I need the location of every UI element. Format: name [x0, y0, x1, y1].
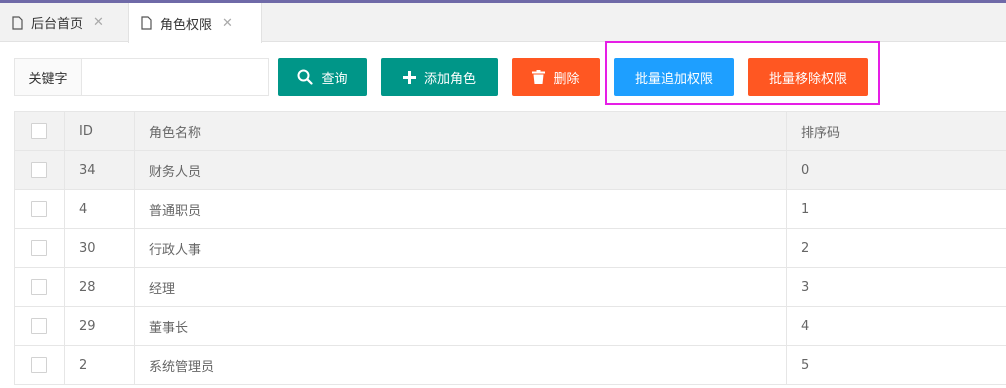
select-all-cell [14, 111, 65, 151]
row-checkbox[interactable] [31, 201, 47, 217]
delete-button-label: 删除 [553, 71, 580, 87]
tab-role-permissions-label: 角色权限 [160, 17, 213, 33]
close-icon[interactable]: ✕ [93, 15, 104, 30]
row-checkbox-cell [14, 267, 65, 307]
trash-icon [532, 70, 546, 84]
cell-sort-order: 0 [786, 150, 1006, 190]
query-button[interactable]: 查询 [278, 58, 367, 96]
cell-role-name: 行政人事 [134, 228, 787, 268]
delete-button[interactable]: 删除 [512, 58, 600, 96]
tab-bar: 后台首页 ✕ 角色权限 ✕ [0, 3, 1006, 43]
table-row[interactable]: 28 经理 3 [14, 267, 1006, 307]
add-role-button[interactable]: 添加角色 [381, 58, 498, 96]
batch-add-permissions-label: 批量追加权限 [634, 71, 713, 87]
roles-table: ID 角色名称 排序码 34 财务人员 0 4 普通职员 1 30 行政人事 2… [14, 111, 1006, 385]
row-checkbox[interactable] [31, 162, 47, 178]
cell-role-name: 财务人员 [134, 150, 787, 190]
keyword-input[interactable] [82, 59, 268, 95]
keyword-search: 关键字 [14, 58, 269, 96]
cell-sort-order: 2 [786, 228, 1006, 268]
cell-role-name: 董事长 [134, 306, 787, 346]
cell-sort-order: 5 [786, 345, 1006, 385]
select-all-checkbox[interactable] [31, 123, 47, 139]
cell-id: 2 [64, 345, 135, 385]
row-checkbox[interactable] [31, 279, 47, 295]
batch-add-permissions-button[interactable]: 批量追加权限 [614, 58, 734, 96]
table-row[interactable]: 29 董事长 4 [14, 306, 1006, 346]
cell-id: 28 [64, 267, 135, 307]
table-row[interactable]: 30 行政人事 2 [14, 228, 1006, 268]
cell-role-name: 系统管理员 [134, 345, 787, 385]
row-checkbox-cell [14, 345, 65, 385]
cell-sort-order: 3 [786, 267, 1006, 307]
cell-id: 34 [64, 150, 135, 190]
tab-home[interactable]: 后台首页 ✕ [0, 3, 128, 42]
close-icon[interactable]: ✕ [222, 16, 233, 31]
cell-id: 30 [64, 228, 135, 268]
table-row[interactable]: 2 系统管理员 5 [14, 345, 1006, 385]
add-role-button-label: 添加角色 [423, 71, 476, 87]
row-checkbox-cell [14, 228, 65, 268]
cell-sort-order: 1 [786, 189, 1006, 229]
tab-role-permissions[interactable]: 角色权限 ✕ [128, 3, 262, 43]
keyword-label: 关键字 [15, 59, 82, 95]
batch-remove-permissions-label: 批量移除权限 [768, 71, 847, 87]
row-checkbox[interactable] [31, 240, 47, 256]
plus-icon [402, 70, 416, 84]
batch-remove-permissions-button[interactable]: 批量移除权限 [748, 58, 868, 96]
row-checkbox-cell [14, 306, 65, 346]
column-header-id[interactable]: ID [64, 111, 135, 151]
table-row[interactable]: 34 财务人员 0 [14, 150, 1006, 190]
cell-role-name: 经理 [134, 267, 787, 307]
cell-id: 4 [64, 189, 135, 229]
cell-role-name: 普通职员 [134, 189, 787, 229]
row-checkbox-cell [14, 189, 65, 229]
search-icon [297, 69, 314, 85]
row-checkbox[interactable] [31, 357, 47, 373]
document-icon [12, 15, 23, 30]
table-row[interactable]: 4 普通职员 1 [14, 189, 1006, 229]
column-header-sort-order[interactable]: 排序码 [786, 111, 1006, 151]
cell-id: 29 [64, 306, 135, 346]
row-checkbox[interactable] [31, 318, 47, 334]
table-header-row: ID 角色名称 排序码 [14, 111, 1006, 151]
row-checkbox-cell [14, 150, 65, 190]
query-button-label: 查询 [321, 71, 348, 87]
cell-sort-order: 4 [786, 306, 1006, 346]
tab-home-label: 后台首页 [31, 17, 84, 32]
document-icon [141, 16, 152, 30]
column-header-role-name[interactable]: 角色名称 [134, 111, 787, 151]
